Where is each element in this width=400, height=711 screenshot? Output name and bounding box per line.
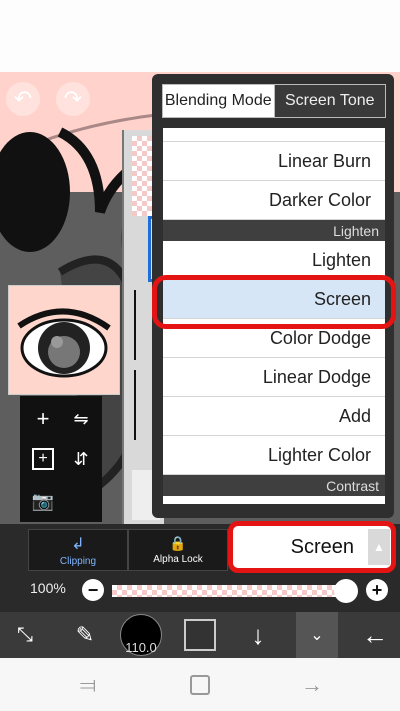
clip-indicator <box>134 290 136 360</box>
opacity-slider[interactable] <box>112 585 350 597</box>
chevron-up-icon[interactable]: ▲ <box>368 529 390 565</box>
layers-button[interactable]: ⌄ <box>296 612 338 658</box>
alpha-lock-button[interactable]: 🔒 Alpha Lock <box>128 529 228 571</box>
opacity-increase-button[interactable]: + <box>366 579 388 601</box>
flip-vertical-icon: ⇵ <box>73 448 89 469</box>
clipping-icon: ↲ <box>71 535 85 553</box>
color-swatch-icon <box>184 619 216 651</box>
flip-horizontal-icon: ⇋ <box>73 408 89 429</box>
transform-button[interactable]: ⤡ <box>0 612 50 658</box>
blend-group-header-contrast: Contrast <box>163 475 385 496</box>
plus-icon: + <box>371 579 383 600</box>
alpha-lock-label: Alpha Lock <box>153 554 203 565</box>
blend-option-lighter-color[interactable]: Lighter Color <box>163 436 385 475</box>
back-button[interactable]: ← <box>350 612 400 658</box>
list-item-partial <box>163 128 385 142</box>
blend-option-linear-dodge[interactable]: Linear Dodge <box>163 358 385 397</box>
tab-screen-tone[interactable]: Screen Tone <box>273 85 385 117</box>
back-icon: → <box>301 671 323 697</box>
add-square-icon: + <box>32 448 54 470</box>
brush-button[interactable]: ✎ <box>60 612 110 658</box>
add-layer-alt-button[interactable]: + <box>28 444 58 474</box>
flip-horizontal-button[interactable]: ⇋ <box>66 404 96 434</box>
home-button[interactable] <box>170 658 230 711</box>
color-button[interactable] <box>178 612 222 658</box>
blend-group-header-lighten: Lighten <box>163 220 385 241</box>
recent-apps-button[interactable]: ⫤ <box>58 658 118 711</box>
blend-option-linear-burn[interactable]: Linear Burn <box>163 142 385 181</box>
minus-icon: − <box>87 579 99 600</box>
brush-size-indicator[interactable]: 110.0 <box>120 614 162 656</box>
layer-tools-panel: + ⇋ + ⇵ 📷 <box>20 396 102 522</box>
undo-button[interactable]: ↶ <box>6 82 40 116</box>
lock-icon: 🔒 <box>169 535 187 551</box>
clip-indicator <box>134 370 136 440</box>
blend-tabs: Blending Mode Screen Tone <box>162 84 386 118</box>
camera-button[interactable]: 📷 <box>28 486 58 516</box>
top-bar <box>0 0 400 72</box>
redo-icon: ↷ <box>63 86 83 111</box>
clipping-label: Clipping <box>59 555 97 567</box>
undo-icon: ↶ <box>13 86 33 111</box>
blend-option-add[interactable]: Add <box>163 397 385 436</box>
opacity-slider-thumb[interactable] <box>334 579 358 603</box>
reference-image <box>8 285 120 395</box>
download-button[interactable]: ↓ <box>236 612 280 658</box>
home-icon <box>190 674 210 695</box>
blend-mode-value[interactable]: Screen <box>236 527 368 567</box>
tab-blending-mode[interactable]: Blending Mode <box>163 85 274 117</box>
recent-apps-icon: ⫤ <box>79 671 97 697</box>
brush-icon: ✎ <box>75 622 95 647</box>
layers-icon: ⌄ <box>310 627 324 644</box>
system-back-button[interactable]: → <box>282 658 342 711</box>
clipping-button[interactable]: ↲ Clipping <box>28 529 128 571</box>
opacity-decrease-button[interactable]: − <box>82 579 104 601</box>
system-nav-bar: ⫤ → <box>0 658 400 711</box>
arrow-left-icon: ← <box>362 619 388 650</box>
arrow-down-icon: ↓ <box>251 619 265 650</box>
annotation-highlight <box>152 275 396 329</box>
opacity-label: 100% <box>30 580 66 596</box>
plus-icon: + <box>36 406 50 431</box>
flip-vertical-button[interactable]: ⇵ <box>66 444 96 474</box>
eye-drawing <box>17 308 111 378</box>
camera-icon: 📷 <box>31 490 55 511</box>
transform-icon: ⤡ <box>17 623 33 646</box>
blend-option-darker-color[interactable]: Darker Color <box>163 181 385 220</box>
redo-button[interactable]: ↷ <box>56 82 90 116</box>
bottom-toolbar: ⤡ ✎ ↓ ⌄ ← <box>0 612 400 658</box>
add-layer-button[interactable]: + <box>28 404 58 434</box>
